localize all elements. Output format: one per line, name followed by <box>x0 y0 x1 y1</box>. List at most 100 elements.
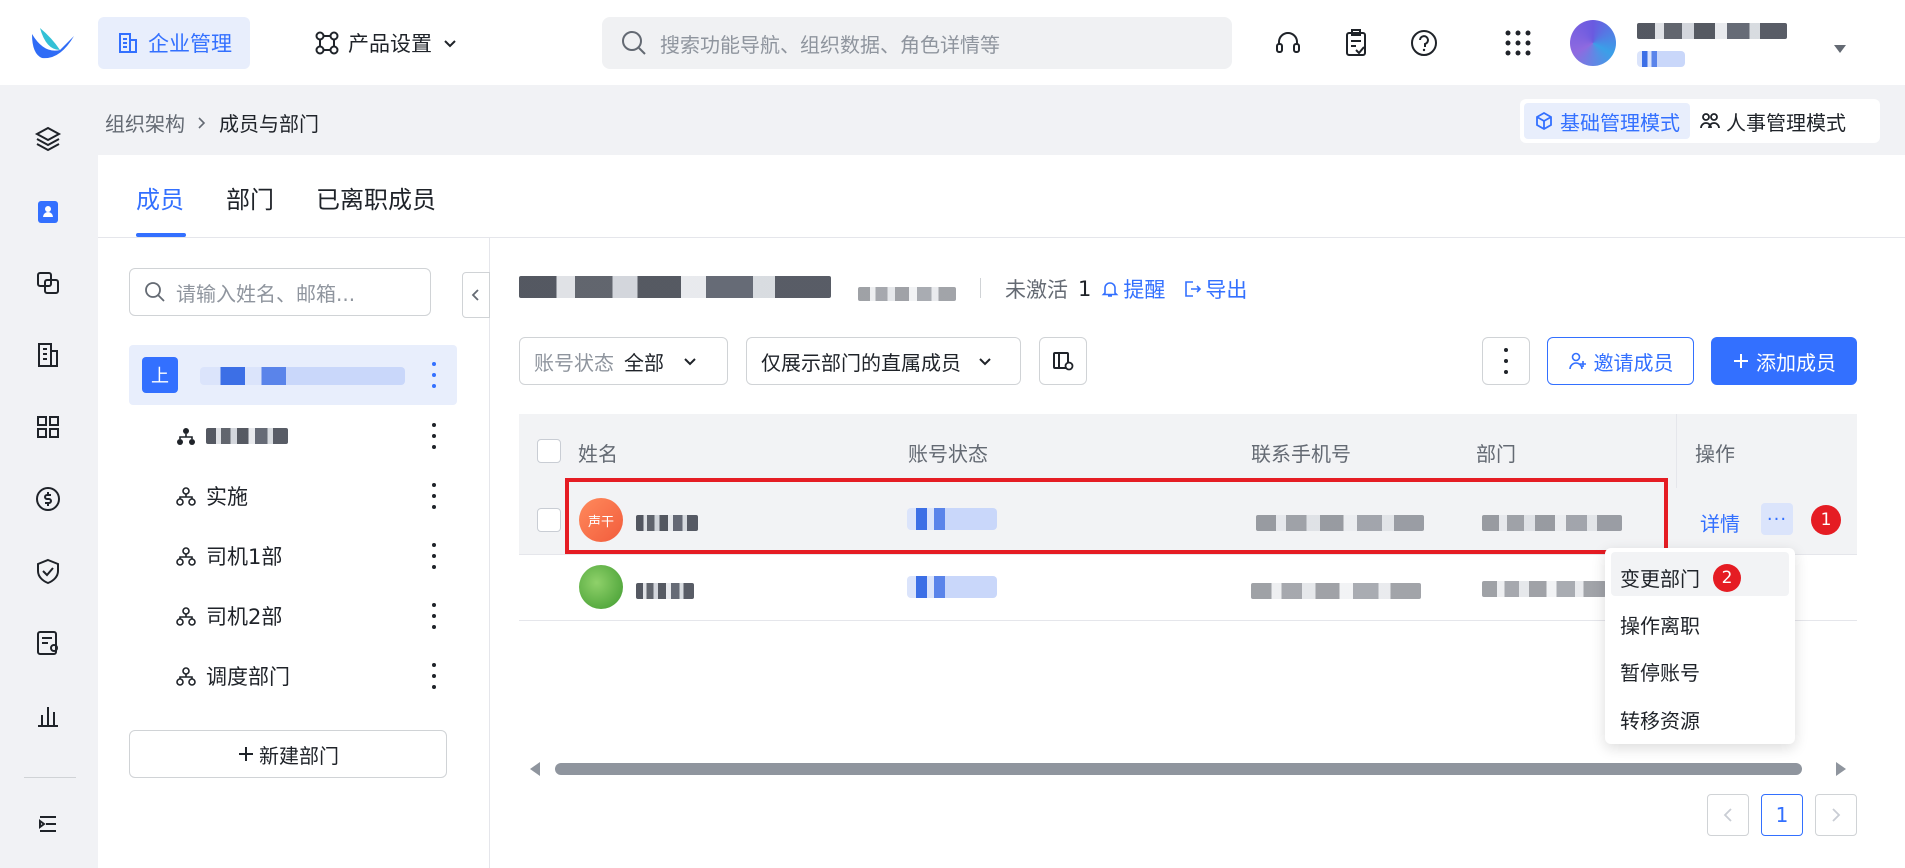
menu-item-change-department[interactable]: 变更部门 <box>1620 563 1700 592</box>
breadcrumb: 组织架构 成员与部门 <box>105 108 319 137</box>
dept-item-label: 调度部门 <box>206 665 290 689</box>
new-department-button[interactable]: 新建部门 <box>129 730 447 778</box>
headset-icon[interactable] <box>1270 25 1306 61</box>
dept-search-placeholder: 请输入姓名、邮箱... <box>176 281 356 306</box>
collapse-panel-button[interactable] <box>462 272 490 318</box>
more-actions-button[interactable] <box>1482 337 1530 385</box>
horizontal-scrollbar[interactable] <box>555 763 1802 775</box>
building-icon <box>119 33 137 53</box>
security-shield-icon[interactable] <box>32 555 64 587</box>
menu-item-transfer-resources[interactable]: 转移资源 <box>1620 705 1700 734</box>
org-tree-icon <box>176 547 196 566</box>
scroll-right-arrow[interactable] <box>1836 762 1846 776</box>
inactive-label: 未激活 <box>1005 278 1068 302</box>
analytics-icon[interactable] <box>32 699 64 731</box>
dept-more-icon[interactable] <box>429 543 439 569</box>
hr-mode-button[interactable]: 人事管理模式 <box>1690 103 1856 139</box>
org-name-redacted <box>519 276 831 303</box>
col-phone[interactable]: 联系手机号 <box>1251 438 1351 467</box>
account-status-filter[interactable]: 账号状态 全部 <box>519 337 728 385</box>
apps-icon[interactable] <box>32 411 64 443</box>
prev-page-button[interactable] <box>1707 794 1749 836</box>
app-logo[interactable] <box>30 24 76 62</box>
dept-more-icon[interactable] <box>429 603 439 629</box>
row-more-button[interactable]: ··· <box>1761 503 1793 535</box>
col-actions: 操作 <box>1695 442 1735 466</box>
nav-divider <box>24 777 76 778</box>
inactive-count: 1 <box>1078 277 1092 301</box>
help-icon[interactable] <box>1406 25 1442 61</box>
account-dropdown-icon[interactable] <box>1832 36 1848 60</box>
clipboard-check-icon[interactable] <box>1338 25 1374 61</box>
col-account-status[interactable]: 账号状态 <box>908 438 988 467</box>
page-1-button[interactable]: 1 <box>1761 794 1803 836</box>
dept-more-icon[interactable] <box>429 483 439 509</box>
new-department-label: 新建部门 <box>259 743 339 768</box>
chevron-down-icon <box>684 358 696 366</box>
select-all-checkbox[interactable] <box>537 439 561 463</box>
org-tree-icon <box>176 667 196 686</box>
menu-item-suspend-account[interactable]: 暂停账号 <box>1620 657 1700 686</box>
dept-root-badge: 上 <box>142 357 178 393</box>
nav-product-label: 产品设置 <box>348 32 432 56</box>
expand-menu-icon[interactable] <box>32 808 64 840</box>
tab-departments[interactable]: 部门 <box>226 180 274 215</box>
dept-item-2[interactable]: 司机1部 <box>176 538 282 574</box>
export-label: 导出 <box>1205 278 1248 302</box>
nav-product-settings[interactable]: 产品设置 <box>296 17 476 69</box>
dept-root-more-icon[interactable] <box>429 362 439 388</box>
dept-name-redacted <box>206 428 288 444</box>
scope-filter-label: 仅展示部门的直属成员 <box>761 350 961 375</box>
billing-icon[interactable] <box>32 483 64 515</box>
nav-enterprise-management[interactable]: 企业管理 <box>98 17 250 69</box>
scroll-left-arrow[interactable] <box>530 762 540 776</box>
invite-member-button[interactable]: 邀请成员 <box>1547 337 1694 385</box>
dept-item-4[interactable]: 调度部门 <box>176 658 290 694</box>
bell-icon <box>1101 282 1119 297</box>
dept-root-name-redacted <box>200 366 405 390</box>
next-page-button[interactable] <box>1815 794 1857 836</box>
global-search-input[interactable]: 搜索功能导航、组织数据、角色详情等 <box>602 17 1232 69</box>
add-member-button[interactable]: 添加成员 <box>1711 337 1857 385</box>
basic-mode-button[interactable]: 基础管理模式 <box>1524 103 1690 139</box>
audit-log-icon[interactable] <box>32 627 64 659</box>
remind-link[interactable]: 提醒 <box>1101 274 1165 304</box>
col-name[interactable]: 姓名 <box>578 438 618 467</box>
dept-item-1[interactable]: 实施 <box>176 478 248 514</box>
detail-link[interactable]: 详情 <box>1700 508 1740 537</box>
chevron-left-icon <box>1723 808 1732 822</box>
switch-org-icon[interactable] <box>32 267 64 299</box>
dept-more-icon[interactable] <box>429 663 439 689</box>
global-search-placeholder: 搜索功能导航、组织数据、角色详情等 <box>660 32 1000 57</box>
dept-item-3[interactable]: 司机2部 <box>176 598 282 634</box>
dept-search-input[interactable]: 请输入姓名、邮箱... <box>129 268 431 316</box>
row-checkbox[interactable] <box>537 508 561 532</box>
chevron-left-icon <box>471 289 479 301</box>
org-tree-icon <box>177 428 195 445</box>
user-org-redacted <box>1637 48 1685 72</box>
department-redacted <box>1482 578 1606 602</box>
chevron-down-icon <box>979 358 991 366</box>
col-department[interactable]: 部门 <box>1476 438 1516 467</box>
breadcrumb-root[interactable]: 组织架构 <box>105 108 185 137</box>
tab-members[interactable]: 成员 <box>136 180 184 215</box>
contacts-icon[interactable] <box>32 196 64 228</box>
search-icon <box>145 282 165 302</box>
menu-item-offboard[interactable]: 操作离职 <box>1620 610 1700 639</box>
export-link[interactable]: 导出 <box>1183 274 1247 304</box>
column-settings-button[interactable] <box>1039 337 1087 385</box>
user-avatar[interactable] <box>1570 20 1616 66</box>
layers-icon[interactable] <box>32 122 64 154</box>
dept-more-icon[interactable] <box>429 423 439 449</box>
tab-resigned-members[interactable]: 已离职成员 <box>316 180 436 215</box>
chevron-down-icon <box>444 40 456 48</box>
people-icon <box>1700 113 1720 129</box>
cube-icon <box>1536 111 1552 131</box>
org-tree-icon <box>176 487 196 506</box>
direct-members-filter[interactable]: 仅展示部门的直属成员 <box>746 337 1021 385</box>
settings-nodes-icon <box>315 31 339 55</box>
dept-item-redacted[interactable] <box>176 418 288 454</box>
app-grid-icon[interactable] <box>1500 25 1536 61</box>
building-nav-icon[interactable] <box>32 339 64 371</box>
divider <box>980 278 981 298</box>
